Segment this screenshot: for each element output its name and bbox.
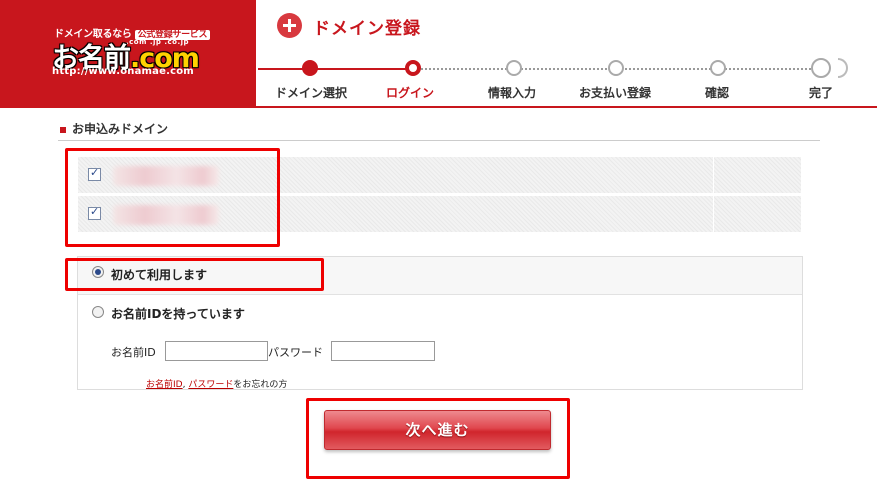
forgot-suffix-text: をお忘れの方 [233, 380, 288, 390]
section-divider [58, 140, 820, 141]
onamae-id-input[interactable] [165, 341, 268, 361]
step-label-payment: お支払い登録 [579, 86, 652, 100]
brand-logo[interactable]: ドメイン取るなら 公式登録サービス .com .jp .co.jp お名前.com… [0, 0, 256, 108]
step-label-domain-select: ドメイン選択 [275, 86, 348, 100]
option-existing-user-label[interactable]: お名前IDを持っています [111, 305, 245, 322]
radio-existing-user[interactable] [92, 306, 104, 318]
logo-url: http://www.onamae.com [52, 66, 194, 77]
step-label-complete: 完了 [809, 86, 834, 100]
step-label-login: ログイン [386, 86, 435, 100]
step-dot-login [405, 60, 421, 76]
highlight-box-new-user [65, 258, 324, 291]
progress-line-completed [258, 68, 413, 70]
highlight-box-next-button [306, 398, 570, 479]
step-label-info-input: 情報入力 [488, 86, 537, 100]
forgot-id-link[interactable]: お名前ID [146, 380, 183, 390]
onamae-id-label: お名前ID [111, 346, 156, 359]
step-dot-info-input [506, 60, 522, 76]
password-label: パスワード [268, 346, 323, 359]
forgot-password-link[interactable]: パスワード [188, 380, 233, 390]
highlight-box-domains [65, 148, 280, 247]
forgot-credentials: お名前ID, パスワードをお忘れの方 [146, 380, 288, 390]
page-title: ドメイン登録 [313, 19, 421, 39]
row-divider [713, 157, 714, 193]
step-dot-complete [811, 58, 831, 78]
password-input[interactable] [331, 341, 435, 361]
plus-circle-icon [277, 13, 302, 38]
step-dot-confirm [710, 60, 726, 76]
step-dot-payment [608, 60, 624, 76]
step-label-confirm: 確認 [705, 86, 730, 100]
row-divider [713, 196, 714, 232]
section-heading-applied-domains: お申込みドメイン [60, 120, 168, 137]
step-dot-domain-select [302, 60, 318, 76]
